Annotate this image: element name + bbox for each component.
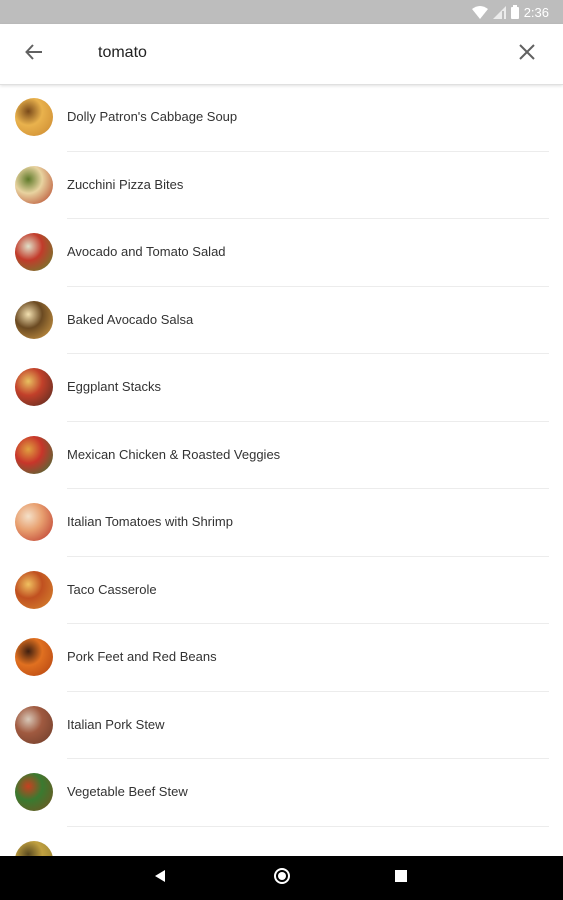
wifi-icon xyxy=(471,5,488,19)
battery-icon xyxy=(510,5,519,19)
status-bar: 2:36 xyxy=(0,0,563,24)
recipe-title: Mexican Chicken & Roasted Veggies xyxy=(67,446,281,462)
recipe-title: Pork Feet and Red Beans xyxy=(67,649,217,664)
recipe-result-item[interactable]: Avocado and Tomato Salad xyxy=(0,219,563,287)
nav-recents-button[interactable] xyxy=(391,868,411,888)
recipe-thumbnail xyxy=(15,705,53,744)
nav-back-icon xyxy=(153,869,167,888)
recipe-thumbnail xyxy=(15,570,53,609)
recipe-result-item[interactable]: Taco Casserole xyxy=(0,557,563,624)
recipe-title: Baked Avocado Salsa xyxy=(67,311,194,327)
navigation-bar xyxy=(0,856,563,900)
recipe-result-item[interactable]: Zucchini Pizza Bites xyxy=(0,152,563,219)
search-bar: tomato xyxy=(0,24,563,85)
recipe-thumbnail xyxy=(15,435,53,474)
recipe-title: Dolly Patron's Cabbage Soup xyxy=(67,109,238,124)
recipe-result-item[interactable]: Dolly Patron's Cabbage Soup xyxy=(0,84,563,152)
recipe-result-item[interactable]: Pork Feet and Red Beans xyxy=(0,624,563,692)
recipe-title: Italian Tomatoes with Shrimp xyxy=(67,514,233,529)
arrow-left-icon xyxy=(25,43,43,66)
recipe-thumbnail xyxy=(15,773,53,811)
recipe-title: Zucchini Pizza Bites xyxy=(67,176,184,192)
recipe-thumbnail xyxy=(15,368,53,406)
signal-icon xyxy=(492,5,506,19)
nav-home-icon xyxy=(273,867,291,890)
recipe-title: Eggplant Stacks xyxy=(67,379,161,394)
recipe-result-item[interactable]: Italian Tomatoes with Shrimp xyxy=(0,489,563,557)
recipe-title: Avocado and Tomato Salad xyxy=(67,244,226,259)
recipe-result-item[interactable] xyxy=(0,827,563,856)
recipe-result-item[interactable]: Eggplant Stacks xyxy=(0,354,563,422)
status-time: 2:36 xyxy=(523,4,549,20)
recipe-result-item[interactable]: Vegetable Beef Stew xyxy=(0,759,563,827)
recipe-thumbnail xyxy=(15,233,53,271)
recipe-title: Vegetable Beef Stew xyxy=(67,784,188,799)
recipe-thumbnail xyxy=(15,503,53,541)
recipe-result-item[interactable]: Mexican Chicken & Roasted Veggies xyxy=(0,422,563,489)
nav-back-button[interactable] xyxy=(150,868,170,888)
close-icon xyxy=(519,43,535,65)
search-input[interactable]: tomato xyxy=(98,44,147,62)
recipe-thumbnail xyxy=(15,638,53,676)
recipe-result-item[interactable]: Baked Avocado Salsa xyxy=(0,287,563,354)
back-button[interactable] xyxy=(20,40,48,68)
recipe-thumbnail xyxy=(15,98,53,136)
recipe-title: Taco Casserole xyxy=(67,581,157,597)
recipe-thumbnail xyxy=(15,840,53,856)
recipe-result-item[interactable]: Italian Pork Stew xyxy=(0,692,563,759)
recipe-thumbnail xyxy=(15,300,53,339)
results-list: Dolly Patron's Cabbage Soup Zucchini Pizz… xyxy=(0,84,563,856)
recipe-thumbnail xyxy=(15,165,53,204)
nav-home-button[interactable] xyxy=(272,867,292,890)
nav-recents-icon xyxy=(395,869,407,887)
recipe-title: Italian Pork Stew xyxy=(67,716,165,732)
clear-search-button[interactable] xyxy=(513,40,541,68)
